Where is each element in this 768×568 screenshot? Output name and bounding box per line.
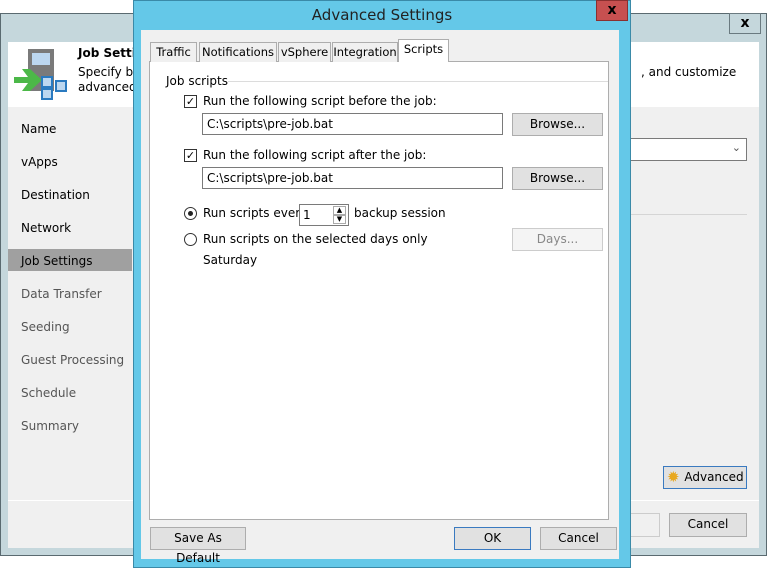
selected-days-text: Saturday [203, 253, 258, 267]
run-on-days-label: Run scripts on the selected days only [203, 232, 428, 246]
chevron-down-icon: ⌄ [731, 141, 741, 154]
nav-item-data-transfer[interactable]: Data Transfer [21, 287, 102, 301]
tab-traffic[interactable]: Traffic [150, 42, 197, 62]
nav-item-network[interactable]: Network [21, 221, 71, 235]
wizard-divider [620, 214, 747, 215]
save-as-default-button[interactable]: Save As Default [150, 527, 246, 565]
nav-item-job-settings[interactable]: Job Settings [21, 254, 93, 268]
nav-item-summary[interactable]: Summary [21, 419, 79, 433]
job-scripts-group-label: Job scripts [166, 74, 229, 88]
session-count-stepper[interactable]: 1 ▲ ▼ [299, 204, 349, 226]
wizard-step-desc-right: , and customize [641, 65, 737, 79]
job-settings-icon [14, 49, 67, 100]
nav-item-seeding[interactable]: Seeding [21, 320, 70, 334]
wizard-cancel-button[interactable]: Cancel [669, 513, 747, 537]
dialog-title: Advanced Settings [311, 6, 453, 24]
dialog-close-button[interactable]: x [596, 0, 628, 21]
stepper-up-icon[interactable]: ▲ [333, 206, 346, 215]
wizard-close-button[interactable]: x [729, 13, 761, 34]
gear-icon: ✹ [667, 468, 680, 486]
before-job-label: Run the following script before the job: [203, 94, 437, 108]
run-every-radio[interactable] [184, 207, 197, 220]
stepper-down-icon[interactable]: ▼ [333, 215, 346, 224]
advanced-button[interactable]: ✹ Advanced [663, 466, 747, 489]
advanced-label: Advanced [684, 470, 744, 484]
nav-item-destination[interactable]: Destination [21, 188, 90, 202]
group-divider [228, 81, 608, 82]
run-on-days-radio[interactable] [184, 233, 197, 246]
before-browse-button[interactable]: Browse... [512, 113, 603, 136]
run-every-label: Run scripts every [203, 206, 308, 220]
wizard-dropdown[interactable]: ⌄ [620, 138, 747, 161]
nav-item-schedule[interactable]: Schedule [21, 386, 76, 400]
tab-vsphere[interactable]: vSphere [278, 42, 331, 62]
wizard-step-desc-1: Specify ba [78, 65, 141, 79]
session-count-value: 1 [303, 208, 311, 222]
before-job-checkbox[interactable]: ✓ [184, 95, 197, 108]
tab-notifications[interactable]: Notifications [199, 42, 277, 62]
nav-item-name[interactable]: Name [21, 122, 56, 136]
before-job-script-input[interactable]: C:\scripts\pre-job.bat [202, 113, 503, 135]
tab-scripts[interactable]: Scripts [398, 39, 449, 62]
nav-item-guest-processing[interactable]: Guest Processing [21, 353, 124, 367]
ok-button[interactable]: OK [454, 527, 531, 550]
after-job-script-input[interactable]: C:\scripts\pre-job.bat [202, 167, 503, 189]
days-button[interactable]: Days... [512, 228, 603, 251]
run-every-suffix: backup session [354, 206, 446, 220]
after-browse-button[interactable]: Browse... [512, 167, 603, 190]
after-job-label: Run the following script after the job: [203, 148, 427, 162]
wizard-step-desc-2: advanced [78, 80, 137, 94]
cancel-button[interactable]: Cancel [540, 527, 617, 550]
after-job-checkbox[interactable]: ✓ [184, 149, 197, 162]
tab-integration[interactable]: Integration [332, 42, 398, 62]
nav-item-vapps[interactable]: vApps [21, 155, 58, 169]
